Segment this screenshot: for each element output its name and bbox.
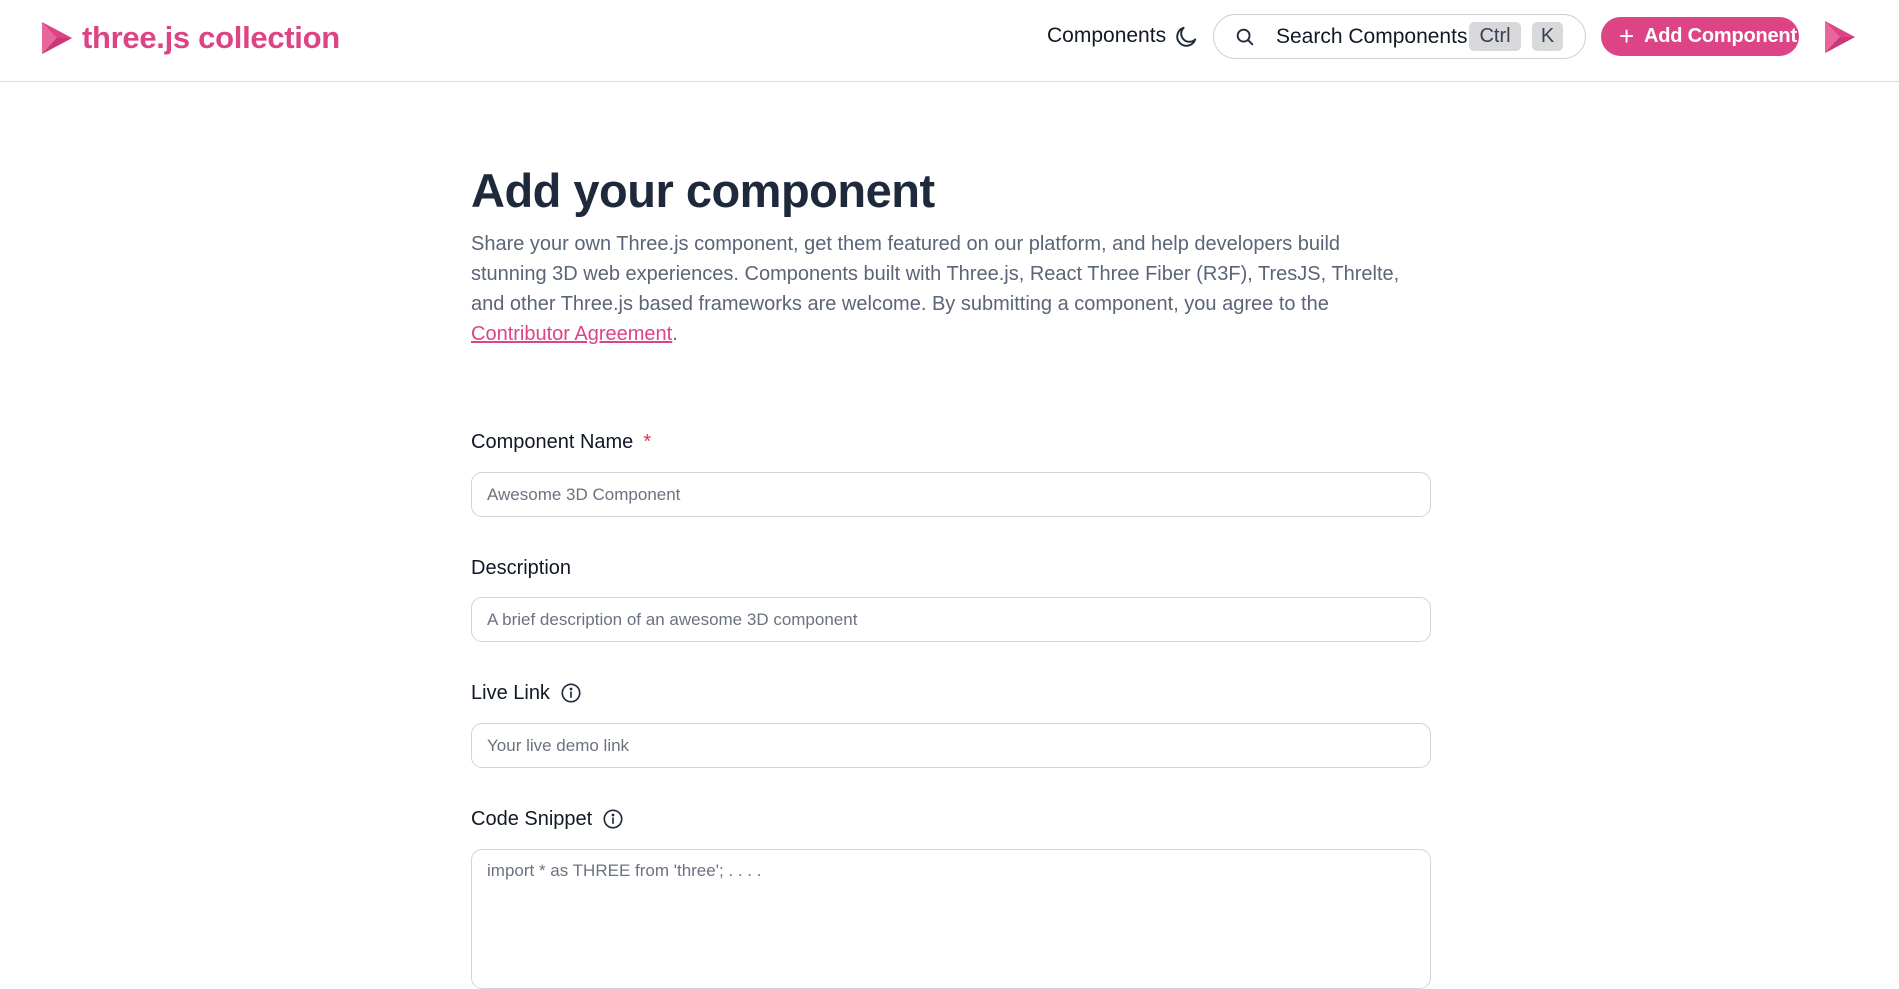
component-name-label: Component Name * <box>471 429 1431 455</box>
live-link-input[interactable] <box>471 723 1431 768</box>
description-input[interactable] <box>471 597 1431 642</box>
search-icon <box>1236 28 1254 45</box>
triangle-play-logo-icon <box>42 22 72 54</box>
brand-home-link[interactable]: three.js collection <box>40 18 340 58</box>
add-component-button[interactable]: + Add Component <box>1601 17 1799 56</box>
contributor-agreement-link[interactable]: Contributor Agreement <box>471 323 672 345</box>
brand-name: three.js collection <box>82 20 340 55</box>
search-label: Search Components <box>1276 24 1468 48</box>
description-label-text: Description <box>471 556 572 579</box>
add-component-label: Add Component <box>1643 25 1797 47</box>
info-icon[interactable] <box>602 808 624 830</box>
user-avatar[interactable] <box>1823 19 1857 55</box>
shortcut-ctrl-key: Ctrl <box>1469 22 1521 51</box>
add-component-page: Add your component Share your own Three.… <box>471 82 1431 989</box>
search-components-button[interactable]: Search Components Ctrl K <box>1213 14 1586 59</box>
theme-toggle-button[interactable] <box>1172 22 1200 52</box>
code-snippet-textarea[interactable] <box>471 849 1431 989</box>
nav-components-link[interactable]: Components <box>1047 24 1166 48</box>
page-title: Add your component <box>471 164 935 217</box>
component-name-input[interactable] <box>471 472 1431 517</box>
info-icon[interactable] <box>560 682 582 704</box>
triangle-play-avatar-icon <box>1825 21 1855 53</box>
moon-icon <box>1176 26 1197 47</box>
description-label: Description <box>471 555 1431 581</box>
required-asterisk: * <box>643 430 652 453</box>
code-snippet-label: Code Snippet <box>471 806 1431 832</box>
plus-icon: + <box>1619 20 1634 51</box>
top-navbar: three.js collection Components Search Co… <box>0 0 1899 82</box>
intro-text: Share your own Three.js component, get t… <box>471 233 1400 315</box>
live-link-label: Live Link <box>471 680 1431 706</box>
intro-suffix: . <box>672 323 678 345</box>
live-link-label-text: Live Link <box>471 681 550 704</box>
shortcut-k-key: K <box>1532 22 1563 51</box>
code-snippet-label-text: Code Snippet <box>471 807 593 830</box>
intro-paragraph: Share your own Three.js component, get t… <box>471 229 1416 349</box>
component-name-label-text: Component Name <box>471 430 634 453</box>
